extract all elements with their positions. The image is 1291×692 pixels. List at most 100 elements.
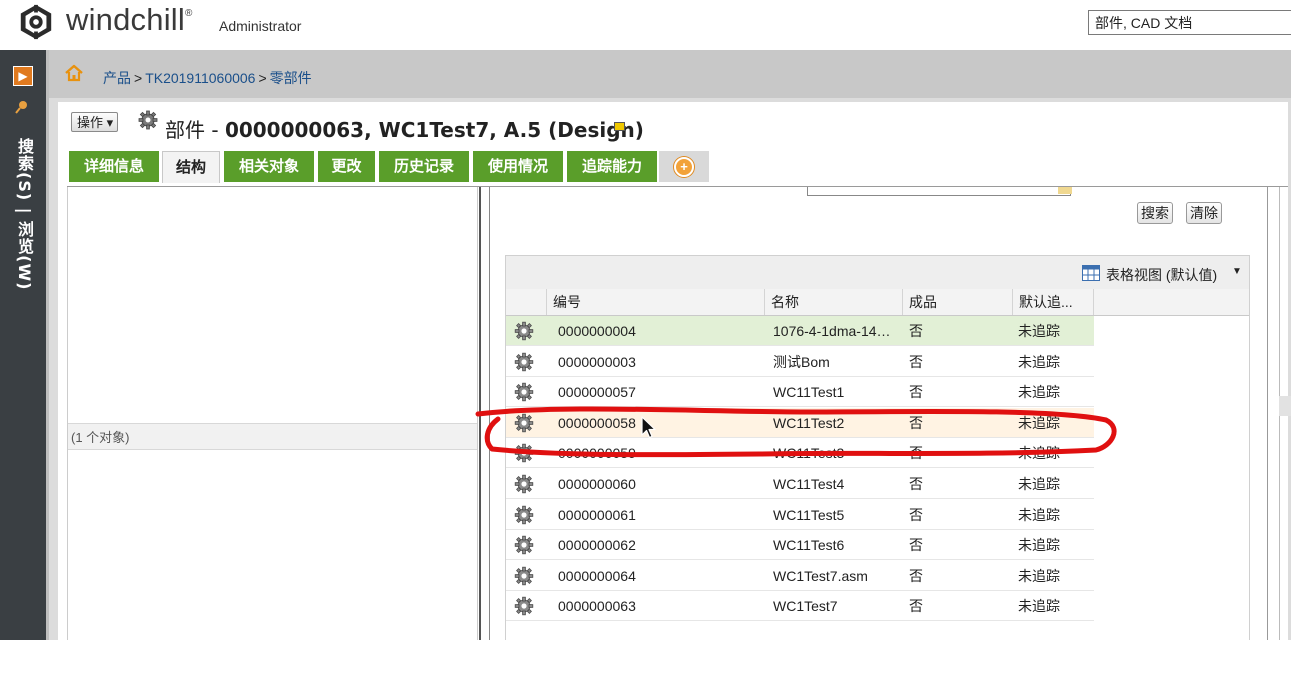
part-gear-icon [514,382,534,402]
expand-panel-icon[interactable]: ▶ [13,66,33,86]
navigator-rail: ▶ 搜索(S) | 浏览(W) 与 [0,50,46,690]
cell-number: 0000000062 [558,537,636,554]
breadcrumb-separator: > [134,70,143,86]
cell-name: WC1Test7 [773,598,838,615]
cell-default-tracking: 未追踪 [1018,445,1060,462]
cell-number: 0000000059 [558,445,636,462]
dialog-inner-left [489,187,490,640]
table-view-selector[interactable]: 表格视图 (默认值) [1106,265,1217,285]
breadcrumb-bar: 产品 > TK201911060006 > 零部件 [49,50,1291,98]
cell-number: 0000000063 [558,598,636,615]
cell-end-item: 否 [909,445,923,462]
cell-end-item: 否 [909,567,923,584]
tab-add-area: + [659,151,709,182]
cell-name: WC11Test2 [773,414,845,431]
criteria-input-field[interactable] [807,187,1072,196]
main-area: 操作 ▾ 部件 - 0000000063, WC1Test7, A.5 (Des… [49,98,1291,640]
breadcrumb-product-id[interactable]: TK201911060006 [145,70,255,86]
cell-end-item: 否 [909,598,923,615]
table-header: 编号 名称 成品 默认追... [506,289,1249,316]
table-row[interactable]: 0000000062 WC11Test6 否 未追踪 [506,530,1094,561]
part-gear-icon [514,535,534,555]
cell-end-item: 否 [909,353,923,370]
cell-name: WC11Test5 [773,506,845,523]
table-row[interactable]: 0000000057 WC11Test1 否 未追踪 [506,377,1094,408]
table-row[interactable]: 0000000060 WC11Test4 否 未追踪 [506,469,1094,499]
dialog-inner-right [1267,187,1268,640]
tab-traceability[interactable]: 追踪能力 [567,151,657,182]
cell-default-tracking: 未追踪 [1018,476,1060,492]
header-icon-column [506,289,546,315]
user-name: Administrator [219,18,302,34]
breadcrumb-product[interactable]: 产品 [103,70,131,86]
cell-default-tracking: 未追踪 [1018,384,1060,401]
chevron-down-icon[interactable]: ▼ [1232,266,1242,277]
breadcrumb-separator: > [258,70,267,86]
tab-history[interactable]: 历史记录 [379,151,469,182]
header-name[interactable]: 名称 [764,289,902,315]
tab-changes[interactable]: 更改 [318,151,375,182]
header-number[interactable]: 编号 [546,289,764,315]
cell-end-item: 否 [909,476,923,492]
cell-number: 0000000061 [558,506,636,523]
chevron-down-icon: ▾ [106,115,114,130]
tab-where-used[interactable]: 使用情况 [473,151,563,182]
cell-default-tracking: 未追踪 [1018,353,1060,370]
part-gear-icon [138,110,158,130]
table-view-icon[interactable] [1082,265,1100,281]
table-row[interactable]: 0000000061 WC11Test5 否 未追踪 [506,500,1094,530]
navigator-bottom-label: 与 [13,674,27,690]
cell-number: 0000000060 [558,476,636,492]
add-tab-icon[interactable]: + [674,157,694,177]
actions-menu-button[interactable]: 操作 ▾ [71,112,119,132]
table-row[interactable]: 0000000058 WC11Test2 否 未追踪 [506,407,1094,438]
header-end-item[interactable]: 成品 [902,289,1012,315]
pin-icon[interactable] [15,100,29,117]
part-gear-icon [514,566,534,586]
cell-end-item: 否 [909,506,923,523]
table-row[interactable]: 0000000059 WC11Test3 否 未追踪 [506,438,1094,469]
structure-tree-pane: (1 个对象) [67,187,478,640]
cell-default-tracking: 未追踪 [1018,567,1060,584]
cell-name: WC11Test6 [773,537,845,554]
clear-button[interactable]: 清除 [1186,202,1222,224]
table-row[interactable]: 0000000064 WC1Test7.asm 否 未追踪 [506,561,1094,591]
global-search-input[interactable] [1088,10,1291,35]
part-gear-icon [514,443,534,463]
cell-number: 0000000004 [558,323,636,339]
cell-default-tracking: 未追踪 [1018,537,1060,554]
cell-name: WC11Test3 [773,445,845,462]
windchill-logo-icon [20,4,52,40]
mouse-cursor-icon [641,416,656,439]
brand-name: windchill® [66,2,193,37]
table-toolbar: 表格视图 (默认值) ▼ [506,256,1249,289]
cell-number: 0000000058 [558,414,636,431]
cell-number: 0000000064 [558,567,636,584]
breadcrumb-parts-folder[interactable]: 零部件 [270,70,312,86]
part-gear-icon [514,413,534,433]
scrollbar-thumb[interactable] [1279,396,1291,416]
object-count: (1 个对象) [68,423,477,450]
cell-end-item: 否 [909,537,923,554]
cell-name: 1076-4-1dma-14… [773,323,891,339]
home-icon[interactable] [64,64,84,82]
navigator-search-browse-label[interactable]: 搜索(S) | 浏览(W) [12,138,36,290]
cell-default-tracking: 未追踪 [1018,414,1060,431]
part-info-page: 操作 ▾ 部件 - 0000000063, WC1Test7, A.5 (Des… [58,102,1291,640]
app-header: windchill® Administrator [0,0,1291,50]
cell-end-item: 否 [909,414,923,431]
table-row[interactable]: 0000000063 WC1Test7 否 未追踪 [506,591,1094,622]
cell-end-item: 否 [909,323,923,339]
tab-structure[interactable]: 结构 [162,151,220,183]
breadcrumb: 产品 > TK201911060006 > 零部件 [103,68,312,88]
tab-related-objects[interactable]: 相关对象 [224,151,314,182]
cell-number: 0000000003 [558,353,636,370]
table-row[interactable]: 0000000004 1076-4-1dma-14… 否 未追踪 [506,316,1094,346]
cell-name: WC11Test1 [773,384,845,401]
checked-out-status-icon [614,122,625,131]
table-row[interactable]: 0000000003 测试Bom 否 未追踪 [506,347,1094,377]
search-button[interactable]: 搜索 [1137,202,1173,224]
header-default-tracking[interactable]: 默认追... [1012,289,1094,315]
page-title: 部件 - 0000000063, WC1Test7, A.5 (Design) [165,118,644,142]
tab-details[interactable]: 详细信息 [69,151,159,182]
